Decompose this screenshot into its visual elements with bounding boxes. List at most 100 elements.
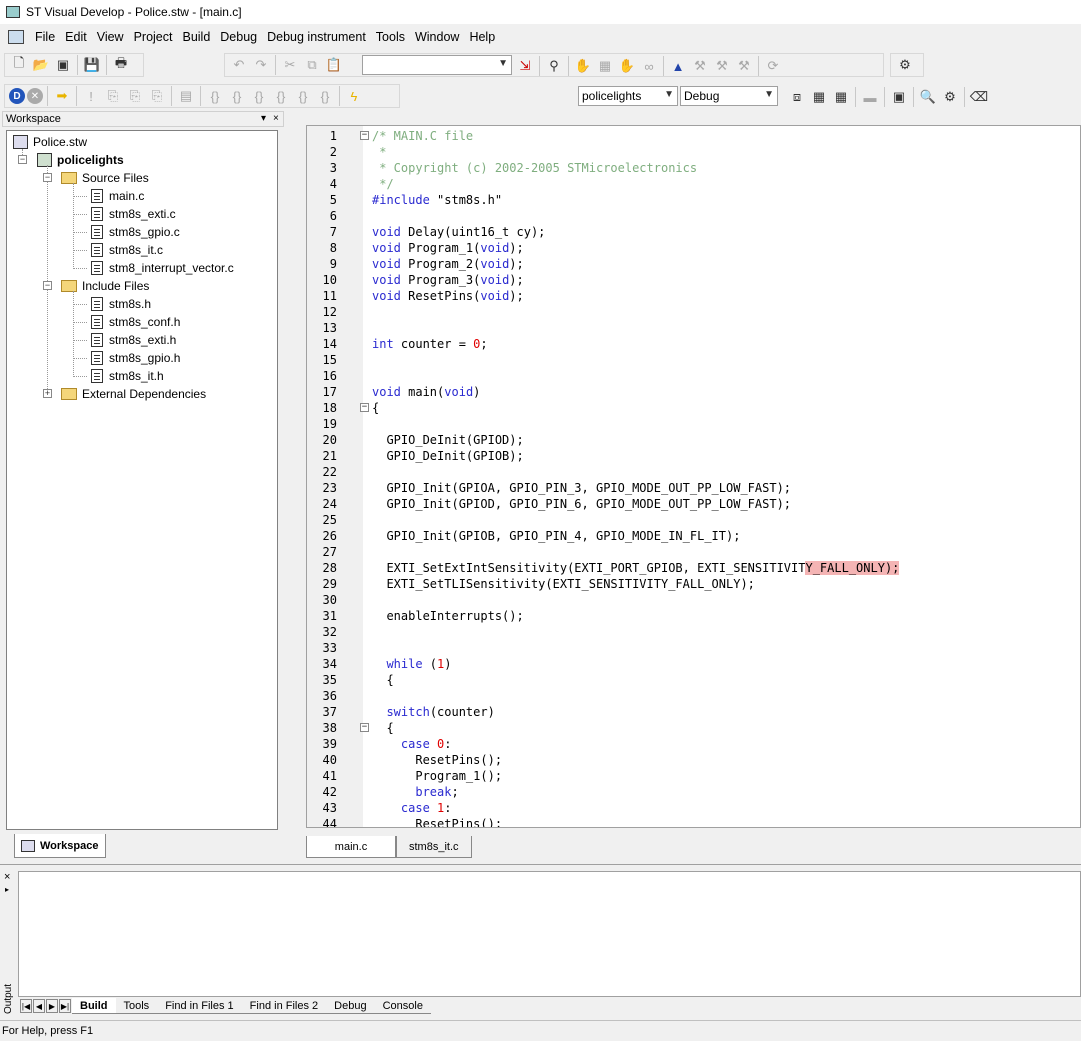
code-line[interactable]: 19 (307, 416, 1080, 432)
code-line[interactable]: 4 */ (307, 176, 1080, 192)
chevron-down-icon[interactable]: ▼ (498, 58, 508, 69)
output-pane[interactable] (18, 871, 1081, 997)
code-line[interactable]: 14 int counter = 0; (307, 336, 1080, 352)
code-line[interactable]: 22 (307, 464, 1080, 480)
expand-icon[interactable]: + (43, 389, 52, 398)
menu-tools[interactable]: Tools (371, 30, 410, 44)
cut-icon[interactable]: ✂ (280, 55, 300, 75)
code-line[interactable]: 42 break; (307, 784, 1080, 800)
wand2-icon[interactable]: ⚒ (712, 56, 732, 76)
code-line[interactable]: 10 void Program_3(void); (307, 272, 1080, 288)
step-instr-icon[interactable]: {} (293, 86, 313, 106)
config-combo[interactable]: Debug ▼ (680, 86, 778, 106)
step-doc2-icon[interactable]: ⎘ (147, 86, 167, 106)
menu-help[interactable]: Help (464, 30, 500, 44)
find-combo[interactable]: ▼ (362, 55, 512, 75)
start-debug-icon[interactable]: D (9, 88, 25, 104)
chevron-down-icon[interactable]: ▼ (664, 89, 674, 100)
code-line[interactable]: 24 GPIO_Init(GPIOD, GPIO_PIN_6, GPIO_MOD… (307, 496, 1080, 512)
step-doc-icon[interactable]: ⎘ (125, 86, 145, 106)
step-instr2-icon[interactable]: {} (315, 86, 335, 106)
run-to-cursor-icon[interactable]: {} (271, 86, 291, 106)
tree-item-file[interactable]: stm8s.h (91, 295, 151, 313)
code-line[interactable]: 2 * (307, 144, 1080, 160)
code-line[interactable]: 32 (307, 624, 1080, 640)
workspace-tab[interactable]: Workspace (14, 834, 106, 858)
stop-debug-icon[interactable]: ✕ (27, 88, 43, 104)
code-line[interactable]: 20 GPIO_DeInit(GPIOD); (307, 432, 1080, 448)
menu-window[interactable]: Window (410, 30, 464, 44)
close-icon[interactable]: × (4, 871, 10, 883)
reset-icon[interactable]: ⎘ (103, 86, 123, 106)
tree-item-file[interactable]: stm8_interrupt_vector.c (91, 259, 234, 277)
refresh-icon[interactable]: ⟳ (763, 56, 783, 76)
paste-icon[interactable]: 📋 (324, 55, 344, 75)
code-line[interactable]: 17 void main(void) (307, 384, 1080, 400)
tree-item-workspace[interactable]: Police.stw (13, 133, 87, 151)
code-line[interactable]: 29 EXTI_SetTLISensitivity(EXTI_SENSITIVI… (307, 576, 1080, 592)
tree-item-file[interactable]: stm8s_gpio.c (91, 223, 180, 241)
stop-build-icon[interactable]: ▬ (860, 87, 880, 107)
open-workspace-icon[interactable]: ▣ (53, 55, 73, 75)
menu-edit[interactable]: Edit (60, 30, 92, 44)
tab-tools[interactable]: Tools (115, 998, 158, 1014)
code-line[interactable]: 38 − { (307, 720, 1080, 736)
dropdown-icon[interactable]: ▾ (261, 112, 266, 126)
code-line[interactable]: 13 (307, 320, 1080, 336)
code-line[interactable]: 15 (307, 352, 1080, 368)
go-to-definition-icon[interactable]: ▲ (668, 56, 688, 76)
inspect-icon[interactable]: 🔍 (918, 87, 938, 107)
collapse-icon[interactable]: − (43, 173, 52, 182)
tools-icon[interactable]: ⚙ (940, 87, 960, 107)
tree-item-file[interactable]: stm8s_exti.c (91, 205, 176, 223)
run-arrow-icon[interactable]: ➡ (52, 86, 72, 106)
first-tab-icon[interactable]: |◀ (20, 999, 32, 1013)
menu-project[interactable]: Project (129, 30, 178, 44)
settings-icon[interactable]: ⚙ (895, 55, 915, 75)
code-editor[interactable]: 1−/* MAIN.C file 2 * 3 * Copyright (c) 200… (306, 125, 1081, 828)
code-line[interactable]: 11 void ResetPins(void); (307, 288, 1080, 304)
tree-item-file[interactable]: stm8s_exti.h (91, 331, 176, 349)
collapse-icon[interactable]: − (18, 155, 27, 164)
code-line[interactable]: 9 void Program_2(void); (307, 256, 1080, 272)
menu-debug[interactable]: Debug (215, 30, 262, 44)
menu-file[interactable]: File (30, 30, 60, 44)
code-line[interactable]: 28 EXTI_SetExtIntSensitivity(EXTI_PORT_G… (307, 560, 1080, 576)
tree-item-file[interactable]: main.c (91, 187, 144, 205)
hand-icon[interactable]: ✋ (573, 56, 593, 76)
tab-stm8s-it-c[interactable]: stm8s_it.c (396, 836, 472, 858)
code-line[interactable]: 37 switch(counter) (307, 704, 1080, 720)
dock-icon[interactable]: ▸ (5, 885, 9, 894)
tree-item-file[interactable]: stm8s_it.c (91, 241, 163, 259)
code-line[interactable]: 5 #include "stm8s.h" (307, 192, 1080, 208)
tree-item-source-files[interactable]: Source Files (61, 169, 149, 187)
wand3-icon[interactable]: ⚒ (734, 56, 754, 76)
undo-icon[interactable]: ↶ (229, 55, 249, 75)
compile-icon[interactable]: ⧈ (787, 87, 807, 107)
program-icon[interactable]: ▣ (889, 87, 909, 107)
tree-item-file[interactable]: stm8s_conf.h (91, 313, 180, 331)
open-file-icon[interactable]: 📂 (31, 55, 51, 75)
menu-view[interactable]: View (92, 30, 129, 44)
code-line[interactable]: 27 (307, 544, 1080, 560)
code-line[interactable]: 25 (307, 512, 1080, 528)
code-line[interactable]: 21 GPIO_DeInit(GPIOB); (307, 448, 1080, 464)
code-line[interactable]: 16 (307, 368, 1080, 384)
collapse-icon[interactable]: − (43, 281, 52, 290)
tree-item-project[interactable]: policelights (37, 151, 124, 169)
break-icon[interactable]: ! (81, 86, 101, 106)
tree-item-file[interactable]: stm8s_gpio.h (91, 349, 180, 367)
code-line[interactable]: 31 enableInterrupts(); (307, 608, 1080, 624)
code-line[interactable]: 3 * Copyright (c) 2002-2005 STMicroelect… (307, 160, 1080, 176)
tree-item-include-files[interactable]: Include Files (61, 277, 149, 295)
code-line[interactable]: 41 Program_1(); (307, 768, 1080, 784)
code-line[interactable]: 30 (307, 592, 1080, 608)
tree-item-external-dependencies[interactable]: External Dependencies (61, 385, 206, 403)
eraser-icon[interactable]: ⌫ (969, 87, 989, 107)
step-into-icon[interactable]: {} (205, 86, 225, 106)
fold-toggle-icon[interactable]: − (360, 131, 369, 140)
close-icon[interactable]: × (273, 112, 279, 126)
code-line[interactable]: 18 −{ (307, 400, 1080, 416)
disasm-icon[interactable]: ▤ (176, 86, 196, 106)
tree-item-file[interactable]: stm8s_it.h (91, 367, 164, 385)
